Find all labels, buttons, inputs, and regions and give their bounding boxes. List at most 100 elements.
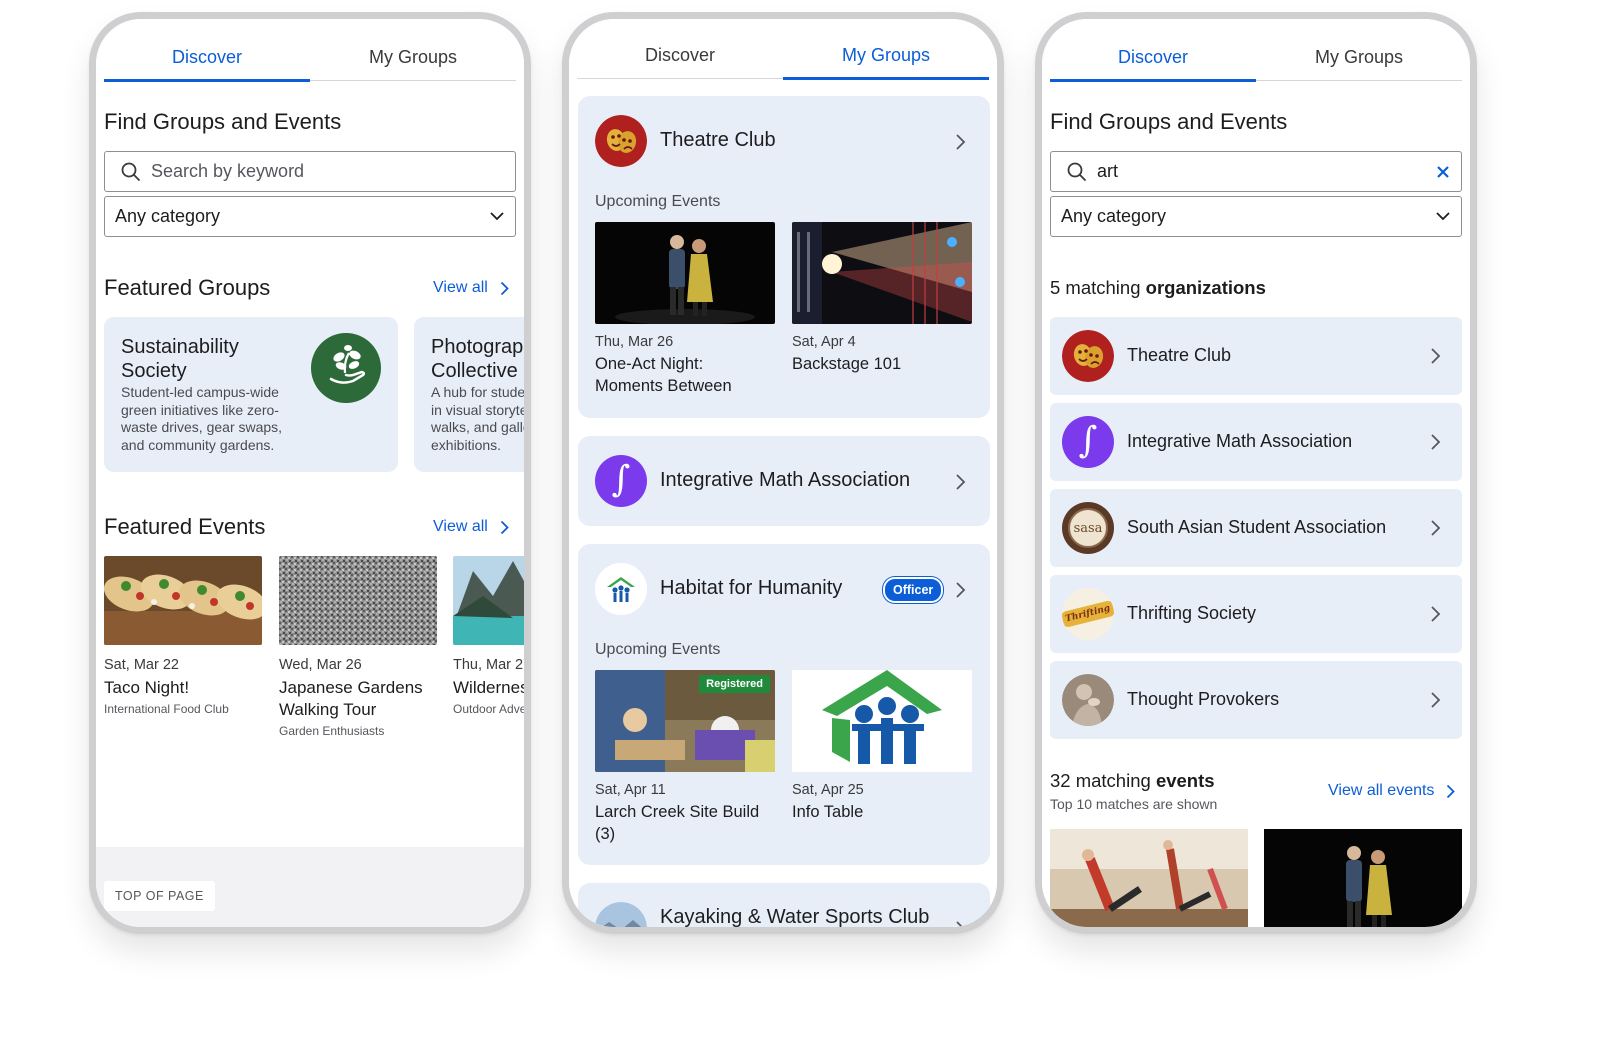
events-count-number: 32 matching — [1050, 770, 1151, 791]
kayaking-avatar-icon — [595, 902, 647, 927]
chevron-right-icon — [956, 474, 966, 490]
chevron-right-icon — [956, 582, 966, 598]
site-build-photo: Registered — [595, 670, 775, 772]
chevron-right-icon — [1431, 348, 1441, 364]
event-item[interactable]: Thu, Mar 26 One-Act Night: Moments Betwe… — [595, 222, 775, 397]
upcoming-events-label: Upcoming Events — [595, 193, 721, 210]
theatre-masks-icon — [1062, 330, 1114, 382]
org-row-thrifting[interactable]: Thrifting Thrifting Society — [1050, 575, 1462, 653]
event-item[interactable]: Wed, Mar 26 Japanese Gardens Walking Tou… — [279, 556, 437, 738]
search-results-screen: Discover My Groups Find Groups and Event… — [1042, 19, 1470, 927]
group-name: Kayaking & Water Sports Club — [660, 906, 930, 927]
event-organizer: Garden Enthusiasts — [279, 724, 385, 738]
officer-badge: Officer — [883, 577, 944, 603]
tab-bar: Discover My Groups — [577, 37, 989, 80]
view-all-label: View all — [433, 279, 488, 296]
tab-discover[interactable]: Discover — [104, 39, 310, 82]
category-select[interactable]: Any category — [104, 196, 516, 237]
featured-events-view-all[interactable]: View all — [433, 518, 509, 536]
event-date: Sat, Apr 25 — [792, 782, 864, 798]
event-title: Wilderness — [453, 678, 524, 697]
category-value: Any category — [1061, 206, 1167, 226]
group-card-integrative-math[interactable]: ∫ Integrative Math Association — [578, 436, 990, 526]
top-of-page-button[interactable]: TOP OF PAGE — [104, 881, 215, 911]
thinker-statue-icon — [1062, 674, 1114, 726]
event-item[interactable]: Thu, Mar 27 Wilderness Outdoor Adventure… — [453, 556, 524, 716]
group-description: Student-led campus-wide green initiative… — [121, 384, 283, 453]
integral-icon: ∫ — [595, 455, 647, 507]
tab-discover[interactable]: Discover — [1050, 39, 1256, 82]
organizations-count-number: 5 matching — [1050, 277, 1141, 298]
taco-photo — [104, 556, 262, 645]
stage-actors-photo[interactable] — [1264, 829, 1462, 927]
tab-bar: Discover My Groups — [1050, 39, 1462, 82]
org-name: Integrative Math Association — [1127, 431, 1353, 451]
category-value: Any category — [115, 206, 221, 226]
search-input[interactable]: art — [1050, 151, 1462, 192]
yoga-class-photo[interactable] — [1050, 829, 1248, 927]
chevron-right-icon — [1431, 606, 1441, 622]
event-item[interactable]: Sat, Apr 4 Backstage 101 — [792, 222, 972, 375]
thrifting-logo-text: Thrifting — [1062, 599, 1114, 629]
event-date: Sat, Apr 11 — [595, 782, 666, 798]
event-item[interactable]: Sat, Mar 22 Taco Night! International Fo… — [104, 556, 262, 716]
view-all-events-link[interactable]: View all events — [1328, 782, 1456, 800]
phone-my-groups: Discover My Groups Theatre Club Upcoming… — [562, 12, 1004, 934]
group-name: Habitat for Humanity — [660, 577, 843, 599]
event-title: Info Table — [792, 803, 864, 821]
chevron-right-icon — [1447, 784, 1456, 798]
group-card-habitat[interactable]: Habitat for Humanity Officer Upcoming Ev… — [578, 544, 990, 865]
habitat-logo-icon — [595, 563, 647, 615]
organizations-count: 5 matching organizations — [1050, 277, 1266, 299]
tab-my-groups[interactable]: My Groups — [310, 39, 516, 80]
group-card-kayaking[interactable]: Kayaking & Water Sports Club — [578, 883, 990, 927]
event-date: Sat, Mar 22 — [104, 657, 179, 673]
event-title: One-Act Night: Moments Between — [595, 355, 732, 395]
group-card[interactable]: Sustainability Society Student-led campu… — [104, 317, 398, 472]
group-name: Sustainability Society — [121, 336, 239, 382]
org-row-integrative-math[interactable]: ∫ Integrative Math Association — [1050, 403, 1462, 481]
featured-groups-view-all[interactable]: View all — [433, 279, 509, 297]
org-row-theatre-club[interactable]: Theatre Club — [1050, 317, 1462, 395]
event-title: Larch Creek Site Build (3) — [595, 803, 760, 843]
event-title: Taco Night! — [104, 678, 190, 697]
events-subtitle: Top 10 matches are shown — [1050, 796, 1218, 812]
event-organizer: Outdoor Adventures — [453, 702, 524, 716]
tab-my-groups[interactable]: My Groups — [1256, 39, 1462, 80]
close-icon[interactable] — [1425, 165, 1461, 178]
org-name: Thrifting Society — [1127, 603, 1257, 623]
org-row-thought-provokers[interactable]: Thought Provokers — [1050, 661, 1462, 739]
search-value: art — [1097, 161, 1119, 181]
tab-bar: Discover My Groups — [104, 39, 516, 82]
chevron-right-icon — [956, 921, 964, 927]
sasa-logo-text: sasa — [1068, 508, 1108, 548]
org-name: Thought Provokers — [1127, 689, 1280, 709]
org-name: Theatre Club — [1127, 345, 1232, 365]
my-groups-screen: Discover My Groups Theatre Club Upcoming… — [569, 19, 997, 927]
stage-lights-photo — [792, 222, 972, 324]
organizations-count-word: organizations — [1145, 277, 1266, 298]
org-row-south-asian[interactable]: sasa South Asian Student Association — [1050, 489, 1462, 567]
view-all-label: View all — [433, 518, 488, 535]
event-item[interactable]: Sat, Apr 25 Info Table — [792, 670, 972, 823]
group-card[interactable]: Photography Collective A hub for student… — [414, 317, 524, 472]
group-description: A hub for students interested in visual … — [431, 384, 524, 453]
habitat-logo-image — [792, 670, 972, 772]
tab-discover[interactable]: Discover — [577, 37, 783, 78]
tab-my-groups[interactable]: My Groups — [783, 37, 989, 80]
featured-groups-heading: Featured Groups — [104, 275, 271, 300]
chevron-right-icon — [1431, 520, 1441, 536]
featured-events-heading: Featured Events — [104, 514, 266, 539]
search-input[interactable]: Search by keyword — [104, 151, 516, 192]
search-placeholder: Search by keyword — [151, 161, 305, 181]
event-item[interactable]: Registered Sat, Apr 11 Larch Creek Site … — [595, 670, 775, 845]
phone-discover: Discover My Groups Find Groups and Event… — [89, 12, 531, 934]
category-select[interactable]: Any category — [1050, 196, 1462, 237]
event-date: Thu, Mar 27 — [453, 657, 524, 673]
chevron-down-icon — [479, 212, 515, 221]
discover-screen: Discover My Groups Find Groups and Event… — [96, 19, 524, 927]
org-name: South Asian Student Association — [1127, 517, 1387, 537]
group-card-theatre-club[interactable]: Theatre Club Upcoming Events Thu, Mar 26… — [578, 96, 990, 418]
search-icon — [105, 162, 141, 182]
sustainability-logo-icon — [311, 333, 381, 403]
